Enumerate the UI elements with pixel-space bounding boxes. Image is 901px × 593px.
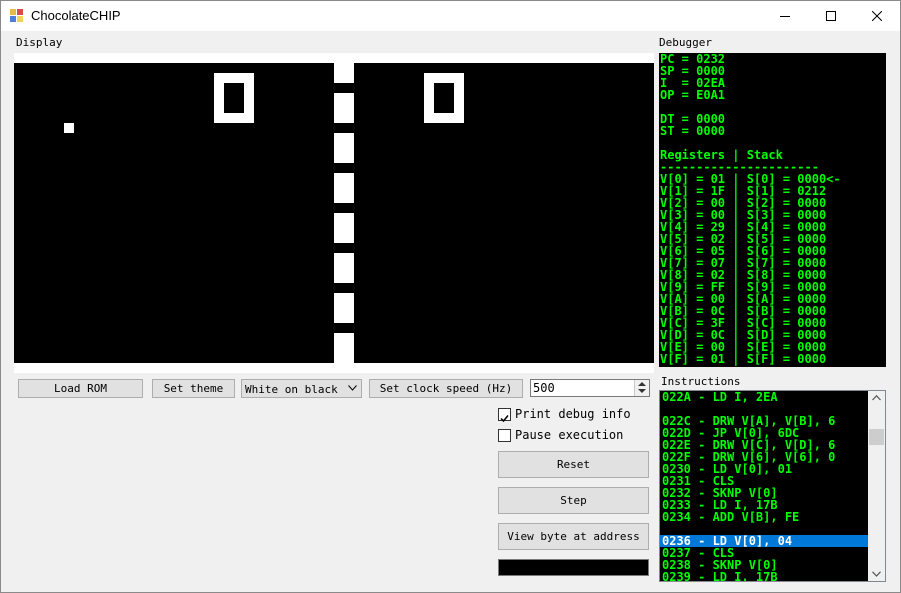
theme-select[interactable]: White on black (241, 379, 362, 398)
pause-execution-checkbox[interactable] (498, 429, 511, 442)
clock-speed-spinner[interactable] (634, 380, 649, 396)
theme-select-value: White on black (245, 383, 338, 396)
pause-execution-label[interactable]: Pause execution (515, 428, 623, 442)
window-title: ChocolateCHIP (31, 8, 121, 23)
close-icon (872, 11, 882, 21)
reset-button[interactable]: Reset (498, 451, 649, 478)
close-button[interactable] (854, 1, 900, 31)
display-section-label: Display (16, 36, 63, 49)
clock-speed-value: 500 (533, 381, 555, 395)
instructions-section-label: Instructions (661, 375, 741, 388)
address-input[interactable] (498, 559, 649, 576)
display-top-wall (14, 53, 654, 63)
display-bottom-wall (14, 363, 654, 373)
spin-up-icon[interactable] (638, 382, 646, 386)
debugger-line: ST = 0000 (660, 124, 726, 138)
scroll-up-icon[interactable] (872, 395, 881, 401)
checkmark-icon (500, 415, 509, 423)
scrollbar-thumb[interactable] (869, 429, 884, 445)
debugger-section-label: Debugger (659, 36, 712, 49)
step-button[interactable]: Step (498, 487, 649, 514)
print-debug-label[interactable]: Print debug info (515, 407, 631, 421)
debugger-line: V[F] = 01 | S[F] = 0000 (660, 352, 827, 366)
debugger-panel: PC = 0232 SP = 0000 I = 02EA OP = E0A1 DT = … (659, 53, 886, 367)
app-window: ChocolateCHIP Display Debugger PC = 0232… (0, 0, 901, 593)
scroll-down-icon[interactable] (872, 571, 881, 577)
view-byte-button[interactable]: View byte at address (498, 523, 649, 550)
ball (64, 123, 74, 133)
chip8-display (14, 53, 654, 373)
instruction-item[interactable]: 0239 - LD I, 17B (660, 571, 869, 581)
instruction-item[interactable]: 0234 - ADD V[B], FE (660, 511, 869, 523)
clock-speed-input[interactable]: 500 (530, 379, 650, 397)
print-debug-checkbox[interactable] (498, 408, 511, 423)
maximize-button[interactable] (808, 1, 854, 31)
instruction-item[interactable]: 022A - LD I, 2EA (660, 391, 869, 403)
title-bar[interactable]: ChocolateCHIP (1, 1, 900, 31)
minimize-button[interactable] (762, 1, 808, 31)
instructions-scrollbar[interactable] (868, 391, 885, 581)
chevron-down-icon (348, 385, 357, 391)
instructions-listbox[interactable]: 022A - LD I, 2EA 022C - DRW V[A], V[B], 6… (659, 390, 886, 582)
set-clock-speed-button[interactable]: Set clock speed (Hz) (369, 379, 523, 398)
set-theme-button[interactable]: Set theme (152, 379, 235, 398)
debugger-line: OP = E0A1 (660, 88, 726, 102)
spin-down-icon[interactable] (638, 389, 646, 393)
load-rom-button[interactable]: Load ROM (18, 379, 143, 398)
app-icon (10, 9, 23, 22)
minimize-icon (780, 16, 790, 17)
maximize-icon (826, 11, 836, 21)
